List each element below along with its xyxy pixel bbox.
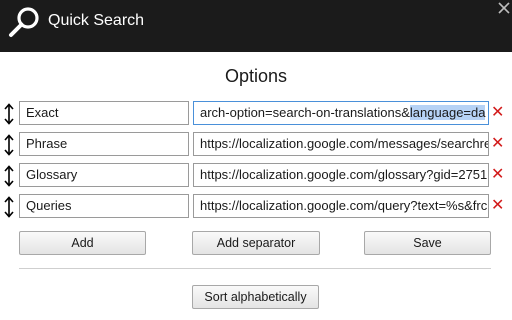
add-separator-button[interactable]: Add separator: [192, 231, 320, 255]
drag-handle-icon[interactable]: [2, 195, 16, 219]
add-button[interactable]: Add: [19, 231, 146, 255]
option-row: Exact arch-option=search-on-translations…: [0, 101, 512, 127]
url-text: arch-option=search-on-translations&: [200, 105, 410, 120]
close-icon[interactable]: [496, 0, 512, 16]
remove-icon[interactable]: ✕: [491, 197, 504, 215]
option-url-input[interactable]: https://localization.google.com/glossary…: [193, 163, 489, 187]
options-heading: Options: [224, 66, 288, 86]
option-row: Phrase https://localization.google.com/m…: [0, 132, 512, 158]
search-icon: [9, 7, 39, 37]
title-bar: Quick Search: [0, 0, 512, 52]
option-url-input[interactable]: arch-option=search-on-translations&langu…: [193, 101, 489, 125]
url-text: https://localization.google.com/query?te…: [200, 198, 488, 213]
drag-handle-icon[interactable]: [2, 102, 16, 126]
option-name-input[interactable]: Glossary: [19, 163, 189, 187]
url-selected-text: language=da: [409, 105, 486, 120]
remove-icon[interactable]: ✕: [491, 135, 504, 153]
option-name-input[interactable]: Queries: [19, 194, 189, 218]
save-button[interactable]: Save: [364, 231, 491, 255]
url-text: https://localization.google.com/messages…: [200, 136, 489, 151]
remove-icon[interactable]: ✕: [491, 104, 504, 122]
option-name-input[interactable]: Phrase: [19, 132, 189, 156]
drag-handle-icon[interactable]: [2, 133, 16, 157]
sort-alphabetically-button[interactable]: Sort alphabetically: [192, 285, 319, 309]
option-row: Glossary https://localization.google.com…: [0, 163, 512, 189]
app-title: Quick Search: [48, 12, 145, 29]
option-name-input[interactable]: Exact: [19, 101, 189, 125]
divider: [19, 268, 491, 269]
option-url-input[interactable]: https://localization.google.com/query?te…: [193, 194, 489, 218]
option-url-input[interactable]: https://localization.google.com/messages…: [193, 132, 489, 156]
drag-handle-icon[interactable]: [2, 164, 16, 188]
option-row: Queries https://localization.google.com/…: [0, 194, 512, 220]
remove-icon[interactable]: ✕: [491, 166, 504, 184]
url-text: https://localization.google.com/glossary…: [200, 167, 488, 182]
